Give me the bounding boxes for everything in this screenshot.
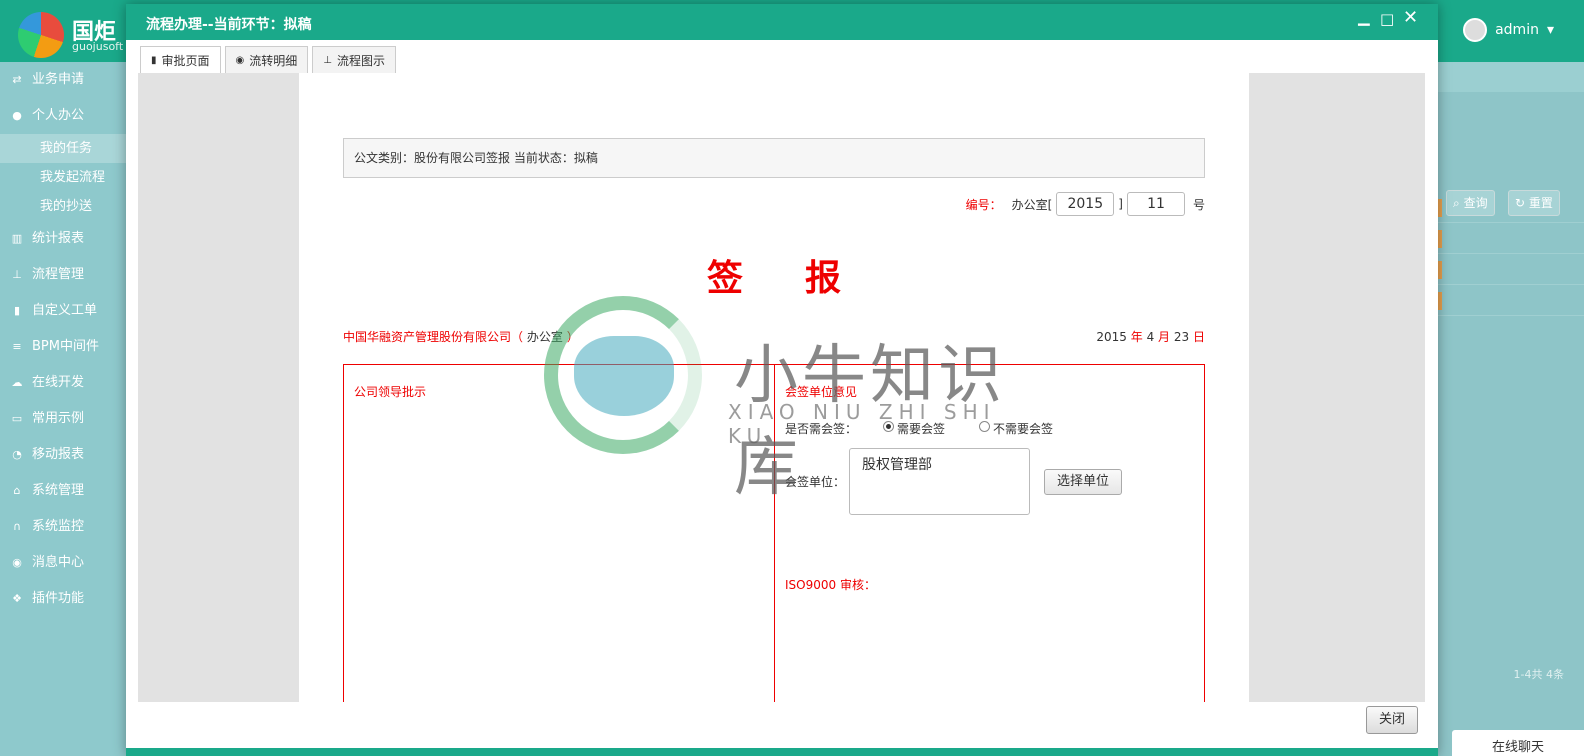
tab-flow-diagram[interactable]: ⊥ 流程图示 — [312, 46, 397, 74]
tab-flow-detail[interactable]: ◉ 流转明细 — [224, 46, 309, 74]
sidebar-item-online-dev[interactable]: ☁ 在线开发 — [0, 365, 126, 401]
close-icon[interactable]: ✕ — [1403, 7, 1418, 28]
database-icon: ≡ — [12, 340, 22, 353]
avatar — [1463, 18, 1488, 42]
flow-dialog: 流程办理--当前环节：拟稿 ▁ □ ✕ ▮ 审批页面 ◉ 流转明细 ⊥ 流程图示 公文… — [126, 4, 1438, 756]
sidebar-item-custom-form[interactable]: ▮ 自定义工单 — [0, 293, 126, 329]
pager-info: 1-4共 4条 — [1513, 668, 1564, 681]
tab-approval[interactable]: ▮ 审批页面 — [140, 46, 221, 75]
sidebar-item-messages[interactable]: ◉ 消息中心 — [0, 545, 126, 581]
sidebar-item-business[interactable]: ⇄ 业务申请 — [0, 62, 126, 98]
sidebar-item-mobile-reports[interactable]: ◔ 移动报表 — [0, 437, 126, 473]
iso-label: ISO9000 审核： — [785, 578, 876, 592]
table-row[interactable] — [1438, 285, 1584, 316]
table-divider — [774, 365, 775, 702]
radio-need-cosign[interactable]: 需要会签 — [883, 420, 945, 437]
pie-icon: ◔ — [12, 448, 22, 461]
radio-unchecked-icon — [979, 421, 991, 432]
logo-subtext: guojusoft — [72, 40, 124, 53]
table-row[interactable] — [1438, 254, 1584, 285]
document-date: 2015 年 4 月 23 日 — [1096, 330, 1205, 344]
online-chat-button[interactable]: 在线聊天 — [1452, 730, 1584, 756]
comment-icon: ◉ — [12, 556, 22, 569]
background-panel: ⌕ 查询 ↻ 重置 — [1438, 62, 1584, 756]
dialog-title: 流程办理--当前环节：拟稿 — [146, 17, 312, 33]
sidebar-item-system[interactable]: ⌂ 系统管理 — [0, 473, 126, 509]
document-paper: 公文类别：股份有限公司签报 当前状态：拟稿 编号： 办公室[ 2015 ] 11… — [299, 73, 1249, 702]
shuffle-icon: ⇄ — [12, 73, 22, 86]
department: 办公室 — [526, 330, 563, 344]
table-row[interactable] — [1438, 223, 1584, 254]
close-button[interactable]: 关闭 — [1365, 706, 1418, 734]
book-icon: ▮ — [151, 55, 157, 66]
cosign-label: 会签单位意见 — [785, 385, 858, 399]
need-cosign-label: 是否需会签： — [785, 422, 858, 436]
home-icon: ⌂ — [13, 484, 21, 497]
sidebar: ⇄ 业务申请 ● 个人办公 我的任务 我发起流程 我的抄送 ▥ 统计报表 ⊥ 流程管理 … — [0, 62, 126, 756]
document-title: 签报 — [706, 258, 903, 299]
select-unit-button[interactable]: 选择单位 — [1044, 468, 1123, 495]
year-input[interactable]: 2015 — [1056, 192, 1115, 216]
cubes-icon: ❖ — [12, 592, 22, 605]
status-tag — [1438, 292, 1442, 310]
number-suffix: 号 — [1192, 197, 1205, 212]
table-row[interactable] — [1438, 192, 1584, 223]
dialog-footer-bar — [126, 748, 1438, 756]
approval-table: 公司领导批示 会签单位意见 是否需会签： 需要会签 不需要会签 会签单位： 股权… — [343, 364, 1205, 702]
sitemap-icon: ⊥ — [323, 54, 332, 66]
sidebar-sub-my-cc[interactable]: 我的抄送 — [0, 192, 126, 221]
bracket-close: ] — [1118, 197, 1123, 211]
sidebar-item-personal[interactable]: ● 个人办公 — [0, 98, 126, 134]
logo-icon — [18, 12, 64, 58]
book-icon: ▮ — [13, 304, 21, 317]
status-tag — [1438, 261, 1442, 279]
minimize-icon[interactable]: ▁ — [1358, 8, 1370, 26]
cloud-icon: ☁ — [11, 376, 23, 389]
radio-no-cosign[interactable]: 不需要会签 — [979, 420, 1053, 437]
user-icon: ● — [12, 109, 22, 122]
doc-info-box: 公文类别：股份有限公司签报 当前状态：拟稿 — [343, 138, 1205, 178]
company-line: 中国华融资产管理股份有限公司（ 办公室 ） — [343, 330, 579, 344]
sitemap-icon: ⊥ — [12, 268, 22, 281]
cosign-unit-row: 会签单位： 股权管理部 选择单位 — [785, 448, 1123, 515]
username: admin — [1495, 22, 1539, 38]
radio-checked-icon — [883, 421, 895, 432]
status-tag — [1438, 230, 1442, 248]
serial-input[interactable]: 11 — [1126, 192, 1185, 216]
bar-chart-icon: ▥ — [11, 232, 23, 245]
sidebar-item-bpm[interactable]: ≡ BPM中间件 — [0, 329, 126, 365]
eye-icon: ◉ — [235, 54, 245, 66]
sidebar-sub-my-tasks[interactable]: 我的任务 — [0, 134, 126, 163]
unit-textarea[interactable]: 股权管理部 — [849, 448, 1031, 515]
unit-label: 会签单位： — [785, 475, 846, 489]
sidebar-item-examples[interactable]: ▭ 常用示例 — [0, 401, 126, 437]
sidebar-item-plugins[interactable]: ❖ 插件功能 — [0, 581, 126, 617]
chat-icon: ▭ — [11, 412, 23, 425]
sidebar-item-flow-manage[interactable]: ⊥ 流程管理 — [0, 257, 126, 293]
sidebar-sub-my-flows[interactable]: 我发起流程 — [0, 163, 126, 192]
maximize-icon[interactable]: □ — [1380, 10, 1394, 28]
sidebar-item-monitor[interactable]: ∩ 系统监控 — [0, 509, 126, 545]
doc-number-row: 编号： 办公室[ 2015 ] 11 号 — [966, 192, 1205, 216]
office-prefix: 办公室[ — [1011, 197, 1053, 212]
number-label: 编号： — [965, 197, 1002, 212]
dialog-header: 流程办理--当前环节：拟稿 ▁ □ ✕ — [126, 4, 1438, 40]
caret-down-icon: ▾ — [1546, 22, 1554, 38]
leader-label: 公司领导批示 — [354, 385, 427, 399]
dialog-tabs: ▮ 审批页面 ◉ 流转明细 ⊥ 流程图示 — [140, 46, 397, 75]
status-tag — [1438, 199, 1442, 217]
approval-content: 公文类别：股份有限公司签报 当前状态：拟稿 编号： 办公室[ 2015 ] 11… — [138, 73, 1425, 702]
headset-icon: ∩ — [12, 520, 22, 533]
panel-toolbar — [1438, 62, 1584, 92]
need-cosign-row: 是否需会签： 需要会签 不需要会签 — [785, 420, 1053, 437]
sidebar-item-reports[interactable]: ▥ 统计报表 — [0, 221, 126, 257]
user-menu[interactable]: admin ▾ — [1463, 18, 1554, 42]
